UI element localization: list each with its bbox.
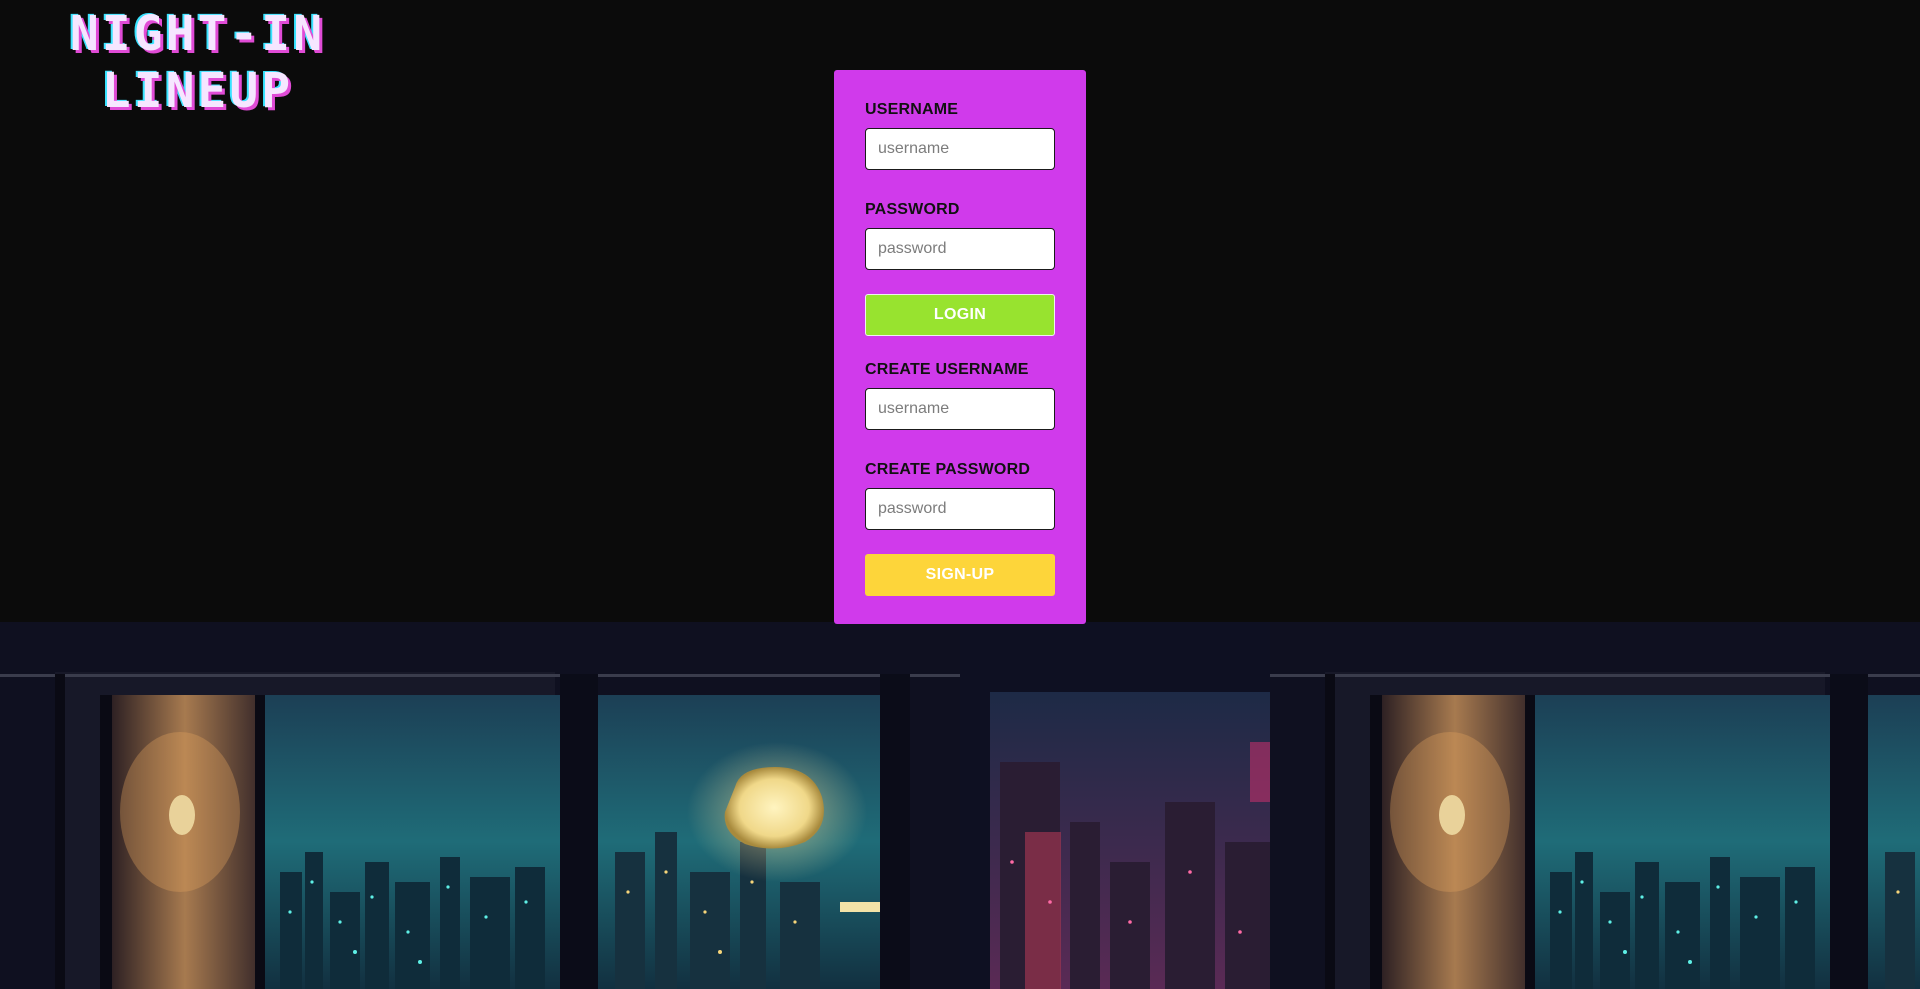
signup-button[interactable]: SIGN-UP [865,554,1055,596]
page: NIGHT-IN LINEUP USERNAME PASSWORD LOGIN … [0,0,1920,989]
password-input[interactable] [865,228,1055,270]
logo-line-2: LINEUP [101,63,294,119]
auth-card: USERNAME PASSWORD LOGIN CREATE USERNAME … [834,70,1086,624]
logo-line-1: NIGHT-IN [69,6,326,62]
night-city-background-image [0,622,1920,989]
username-label: USERNAME [865,101,959,118]
create-password-input[interactable] [865,488,1055,530]
create-username-input[interactable] [865,388,1055,430]
password-label: PASSWORD [865,201,960,218]
app-logo: NIGHT-IN LINEUP [30,6,365,120]
create-username-label: CREATE USERNAME [865,361,1029,378]
login-button[interactable]: LOGIN [865,294,1055,336]
username-input[interactable] [865,128,1055,170]
create-password-label: CREATE PASSWORD [865,461,1031,478]
